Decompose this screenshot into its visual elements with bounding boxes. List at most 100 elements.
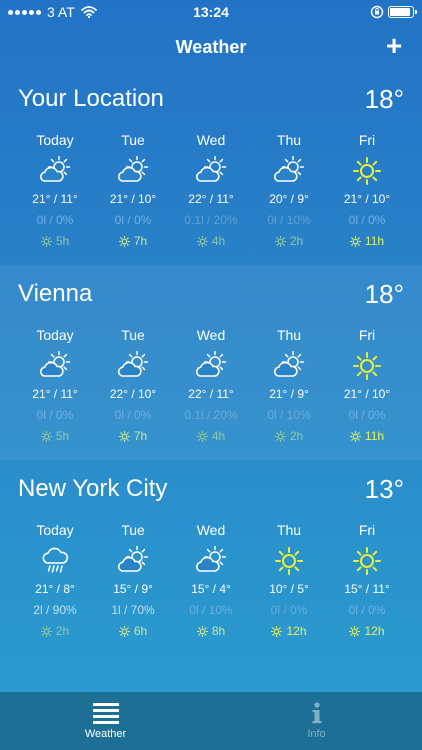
signal-strength-icon: [8, 9, 41, 15]
day-name: Wed: [196, 327, 226, 343]
tab-weather[interactable]: Weather: [0, 692, 211, 750]
day-sunshine: 12h: [254, 623, 324, 639]
forecast-row: Today 21° / 11° 0l / 0% 5h Tue 21° / 10°…: [18, 132, 404, 249]
day-temperature-range: 21° / 10°: [109, 192, 157, 206]
sunshine-icon: [40, 625, 52, 637]
sun-icon: [332, 152, 402, 190]
forecast-day: Fri 15° / 11° 0l / 0% 12h: [332, 522, 402, 639]
sunshine-hours: 6h: [133, 624, 148, 638]
sun-icon: [332, 347, 402, 385]
location-header: Your Location 18°: [18, 70, 404, 120]
day-sunshine: 6h: [98, 623, 168, 639]
day-precipitation: 0l / 10%: [267, 213, 311, 227]
forecast-day: Today 21° / 11° 0l / 0% 5h: [20, 327, 90, 444]
sunshine-hours: 11h: [364, 429, 385, 443]
partly-cloudy-icon: [20, 347, 90, 385]
day-precipitation: 0l / 0%: [114, 408, 152, 422]
sunshine-hours: 5h: [55, 234, 70, 248]
day-name: Thu: [276, 522, 302, 538]
day-sunshine: 2h: [254, 233, 324, 249]
orientation-lock-icon: [370, 5, 384, 19]
sunshine-icon: [196, 625, 208, 637]
partly-cloudy-icon: [98, 152, 168, 190]
forecast-day: Wed 15° / 4° 0l / 10% 8h: [176, 522, 246, 639]
location-current-temp: 13°: [364, 473, 404, 504]
sunshine-icon: [271, 625, 283, 637]
sunshine-hours: 2h: [55, 624, 70, 638]
day-precipitation: 1l / 70%: [111, 603, 155, 617]
day-precipitation: 0l / 0%: [114, 213, 152, 227]
sunshine-icon: [196, 430, 208, 442]
location-name: Your Location: [18, 85, 164, 112]
sunshine-hours: 12h: [286, 624, 307, 638]
sunshine-hours: 2h: [289, 429, 304, 443]
sunshine-hours: 2h: [289, 234, 304, 248]
sunshine-icon: [118, 430, 130, 442]
day-sunshine: 2h: [20, 623, 90, 639]
location-current-temp: 18°: [364, 83, 404, 114]
sunshine-icon: [274, 235, 286, 247]
sunshine-icon: [349, 235, 361, 247]
day-temperature-range: 22° / 11°: [188, 387, 234, 401]
day-name: Wed: [196, 132, 226, 148]
status-right: [370, 5, 417, 19]
day-temperature-range: 20° / 9°: [269, 192, 309, 206]
partly-cloudy-icon: [176, 152, 246, 190]
sunshine-icon: [274, 430, 286, 442]
forecast-day: Tue 15° / 9° 1l / 70% 6h: [98, 522, 168, 639]
day-precipitation: 0.1l / 20%: [184, 213, 238, 227]
add-location-button[interactable]: +: [380, 32, 408, 60]
day-name: Tue: [121, 132, 145, 148]
day-temperature-range: 21° / 8°: [35, 582, 75, 596]
location-card[interactable]: Vienna 18° Today 21° / 11° 0l / 0% 5h Tu…: [0, 265, 422, 460]
page-title: Weather: [175, 36, 247, 57]
day-name: Thu: [276, 327, 302, 343]
forecast-row: Today 21° / 8° 2l / 90% 2h Tue 15° / 9° …: [18, 522, 404, 639]
forecast-day: Thu 10° / 5° 0l / 0% 12h: [254, 522, 324, 639]
day-temperature-range: 22° / 10°: [109, 387, 157, 401]
list-icon: [92, 703, 119, 724]
location-list: Your Location 18° Today 21° / 11° 0l / 0…: [0, 70, 422, 655]
forecast-day: Wed 22° / 11° 0.1l / 20% 4h: [176, 327, 246, 444]
day-temperature-range: 15° / 11°: [344, 582, 390, 596]
day-sunshine: 12h: [332, 623, 402, 639]
day-sunshine: 11h: [332, 233, 402, 249]
day-temperature-range: 21° / 10°: [343, 387, 391, 401]
location-card[interactable]: Your Location 18° Today 21° / 11° 0l / 0…: [0, 70, 422, 265]
forecast-day: Tue 21° / 10° 0l / 0% 7h: [98, 132, 168, 249]
day-name: Fri: [358, 327, 376, 343]
day-precipitation: 0l / 10%: [267, 408, 311, 422]
day-sunshine: 4h: [176, 428, 246, 444]
day-name: Fri: [358, 132, 376, 148]
day-name: Today: [36, 327, 74, 343]
day-precipitation: 0l / 0%: [36, 213, 74, 227]
location-name: Vienna: [18, 280, 93, 307]
location-card[interactable]: New York City 13° Today 21° / 8° 2l / 90…: [0, 460, 422, 655]
day-precipitation: 0l / 0%: [348, 408, 386, 422]
status-bar: 3 AT 13:24: [0, 0, 422, 24]
battery-icon: [388, 6, 417, 18]
day-temperature-range: 15° / 4°: [191, 582, 231, 596]
day-precipitation: 0l / 10%: [189, 603, 233, 617]
day-temperature-range: 10° / 5°: [269, 582, 309, 596]
day-name: Thu: [276, 132, 302, 148]
day-temperature-range: 22° / 11°: [188, 192, 234, 206]
day-sunshine: 11h: [332, 428, 402, 444]
day-temperature-range: 21° / 11°: [32, 387, 78, 401]
day-name: Wed: [196, 522, 226, 538]
sunshine-hours: 5h: [55, 429, 70, 443]
day-sunshine: 7h: [98, 428, 168, 444]
tab-info[interactable]: Info: [211, 692, 422, 750]
sunshine-hours: 7h: [133, 429, 148, 443]
forecast-day: Today 21° / 8° 2l / 90% 2h: [20, 522, 90, 639]
forecast-day: Thu 21° / 9° 0l / 10% 2h: [254, 327, 324, 444]
day-precipitation: 0l / 0%: [36, 408, 74, 422]
partly-cloudy-icon: [176, 347, 246, 385]
day-sunshine: 7h: [98, 233, 168, 249]
sunshine-hours: 11h: [364, 234, 385, 248]
sunshine-hours: 7h: [133, 234, 148, 248]
day-precipitation: 0.1l / 20%: [184, 408, 238, 422]
day-name: Tue: [121, 522, 145, 538]
sunshine-icon: [118, 625, 130, 637]
location-name: New York City: [18, 475, 168, 502]
